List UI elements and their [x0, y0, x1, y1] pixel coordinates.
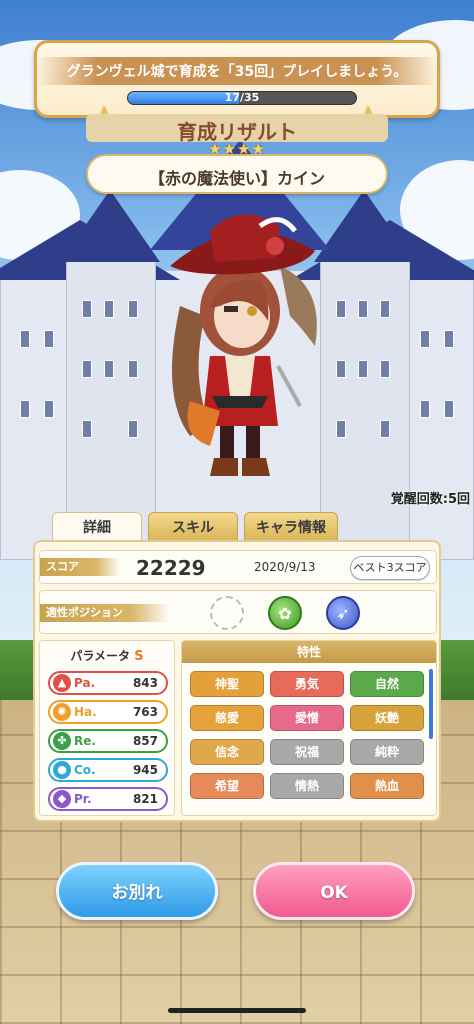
parameter-name: Pr.	[74, 792, 92, 806]
position-leaf-icon: ✿	[268, 596, 302, 630]
tab-details[interactable]: 詳細	[52, 512, 142, 542]
position-empty-slot	[210, 596, 244, 630]
details-panel: スコア 22229 2020/9/13 ベスト3スコア 適性ポジション ✿ ➶ …	[33, 540, 441, 822]
home-indicator	[168, 1008, 306, 1013]
trait-chip[interactable]: 希望	[190, 773, 264, 799]
parameter-row: ✺ Ha. 763	[48, 700, 168, 724]
score-value: 22229	[136, 556, 206, 580]
character-sprite	[170, 214, 317, 476]
parameter-row: ▲ Pa. 843	[48, 671, 168, 695]
trait-header: 特性	[182, 641, 436, 663]
score-label: スコア	[40, 558, 120, 576]
trait-scrollbar[interactable]	[429, 669, 433, 739]
result-title: 育成リザルト	[177, 120, 297, 142]
trait-chip[interactable]: 情熱	[270, 773, 344, 799]
position-row: 適性ポジション ✿ ➶	[39, 590, 437, 634]
trait-box: 特性 神聖 勇気 自然慈愛 愛憎 妖艶信念 祝福 純粋希望 情熱 熱血	[181, 640, 437, 816]
parameter-row: ✤ Re. 857	[48, 729, 168, 753]
parameter-value: 821	[132, 792, 158, 806]
parameter-name: Pa.	[74, 676, 96, 690]
fire-icon: ▲	[53, 674, 71, 692]
position-rocket-icon: ➶	[326, 596, 360, 630]
parameter-name: Ha.	[74, 705, 97, 719]
score-date: 2020/9/13	[254, 560, 316, 574]
quest-progress-label: 17/35	[224, 91, 260, 104]
parameter-value: 945	[132, 763, 158, 777]
gem-icon: ◆	[53, 790, 71, 808]
best3-score-button[interactable]: ベスト3スコア	[350, 556, 430, 580]
parameter-value: 843	[132, 676, 158, 690]
parameter-header: パラメータ S	[40, 647, 174, 664]
drop-icon: ●	[53, 761, 71, 779]
sun-icon: ✺	[53, 703, 71, 721]
trait-chip[interactable]: 慈愛	[190, 705, 264, 731]
trait-chip[interactable]: 愛憎	[270, 705, 344, 731]
parameter-row: ● Co. 945	[48, 758, 168, 782]
trait-chip[interactable]: 信念	[190, 739, 264, 765]
parameter-name: Re.	[74, 734, 96, 748]
clover-icon: ✤	[53, 732, 71, 750]
trait-chip[interactable]: 自然	[350, 671, 424, 697]
quest-progress-bar: 17/35	[127, 91, 357, 105]
quest-text: グランヴェル城で育成を「35回」プレイしましょう。	[37, 57, 437, 85]
tab-skills[interactable]: スキル	[148, 512, 238, 542]
score-row: スコア 22229 2020/9/13 ベスト3スコア	[39, 550, 437, 584]
farewell-button[interactable]: お別れ	[56, 862, 218, 920]
trait-chip[interactable]: 妖艶	[350, 705, 424, 731]
result-title-strip: 育成リザルト	[86, 114, 388, 142]
parameter-grade: S	[134, 649, 144, 664]
parameter-title: パラメータ	[70, 649, 131, 663]
trait-chip[interactable]: 祝福	[270, 739, 344, 765]
position-label: 適性ポジション	[40, 604, 170, 622]
parameter-row: ◆ Pr. 821	[48, 787, 168, 811]
parameter-box: パラメータ S ▲ Pa. 843 ✺ Ha. 763 ✤ Re. 857 ● Co. 945 ◆ Pr.…	[39, 640, 175, 816]
ok-button[interactable]: OK	[253, 862, 415, 920]
trait-chip[interactable]: 純粋	[350, 739, 424, 765]
trait-chip[interactable]: 神聖	[190, 671, 264, 697]
trait-chip[interactable]: 勇気	[270, 671, 344, 697]
parameter-value: 857	[132, 734, 158, 748]
parameter-value: 763	[132, 705, 158, 719]
tab-character-info[interactable]: キャラ情報	[244, 512, 338, 542]
card-name-plate: 【赤の魔法使い】カイン	[86, 154, 388, 194]
awaken-count: 覚醒回数:5回	[390, 492, 470, 507]
card-name: 【赤の魔法使い】カイン	[148, 169, 325, 188]
trait-chip[interactable]: 熱血	[350, 773, 424, 799]
parameter-name: Co.	[74, 763, 96, 777]
